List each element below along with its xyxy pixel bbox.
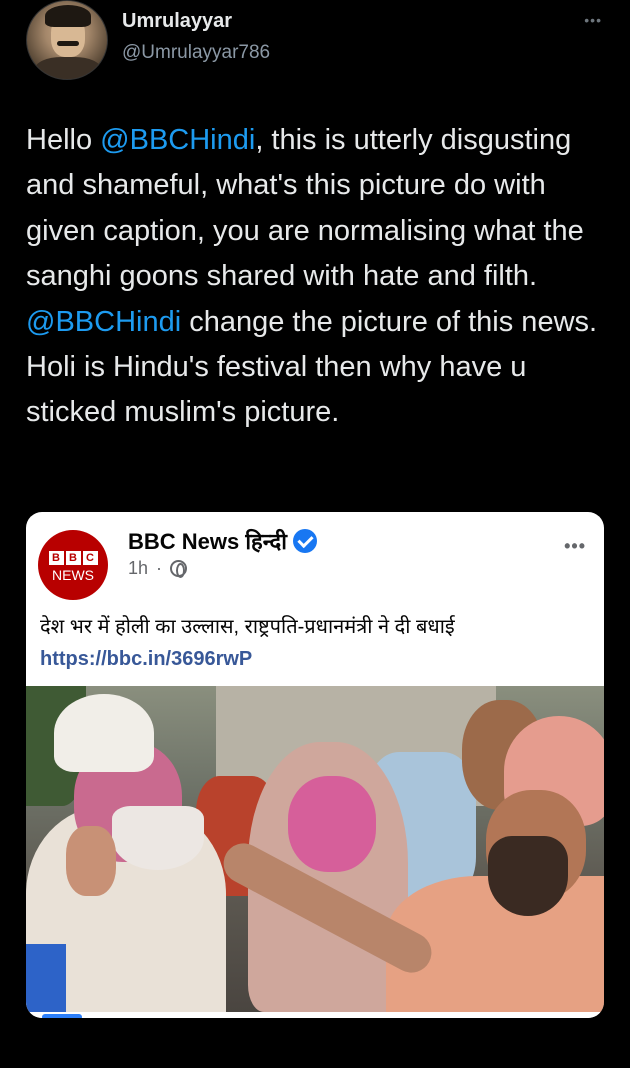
tweet: Umrulayyar @Umrulayyar786 ••• Hello @BBC… xyxy=(0,0,630,1068)
post-time: 1h xyxy=(128,558,149,578)
tweet-text-part: Hello xyxy=(26,124,101,156)
reaction-icons xyxy=(42,1014,82,1018)
bbc-news-logo: B B C NEWS xyxy=(38,530,108,600)
avatar[interactable] xyxy=(26,0,108,80)
photo-elder-beard xyxy=(112,806,204,870)
globe-icon xyxy=(170,560,188,578)
photo-blue-sleeve xyxy=(26,944,66,1012)
avatar-collar xyxy=(35,57,101,79)
bbc-logo-word: NEWS xyxy=(52,567,94,583)
post-link: https://bbc.in/3696rwP xyxy=(40,648,253,670)
post-more-icon: ••• xyxy=(564,536,586,556)
photo-man-beard xyxy=(488,836,568,916)
display-name[interactable]: Umrulayyar xyxy=(122,10,232,33)
more-options-icon[interactable]: ••• xyxy=(584,12,602,28)
post-photo xyxy=(26,686,604,1012)
bbc-logo-letter: B xyxy=(65,551,81,565)
user-handle[interactable]: @Umrulayyar786 xyxy=(122,42,270,64)
post-page-name: BBC News हिन्दी xyxy=(128,526,317,556)
page-name-label: BBC News हिन्दी xyxy=(128,529,287,554)
photo-woman-face xyxy=(288,776,376,872)
mention-link[interactable]: @BBCHindi xyxy=(100,124,255,156)
post-footer xyxy=(26,1012,604,1018)
embedded-screenshot-card[interactable]: B B C NEWS BBC News हिन्दी 1h · ••• देश … xyxy=(26,512,604,1018)
bbc-logo-boxes: B B C xyxy=(48,551,98,565)
avatar-mustache xyxy=(57,41,79,46)
verified-badge-icon xyxy=(292,529,317,553)
bbc-logo-letter: B xyxy=(48,551,64,565)
post-text: देश भर में होली का उल्लास, राष्ट्रपति-प्… xyxy=(40,616,455,638)
avatar-hair xyxy=(45,5,91,27)
tweet-text: Hello @BBCHindi, this is utterly disgust… xyxy=(26,118,616,436)
post-meta: 1h · xyxy=(128,558,188,579)
bbc-logo-letter: C xyxy=(82,551,98,565)
photo-elder-cap xyxy=(54,694,154,772)
mention-link[interactable]: @BBCHindi xyxy=(26,306,181,338)
photo-hand xyxy=(66,826,116,896)
meta-separator: · xyxy=(156,558,163,578)
